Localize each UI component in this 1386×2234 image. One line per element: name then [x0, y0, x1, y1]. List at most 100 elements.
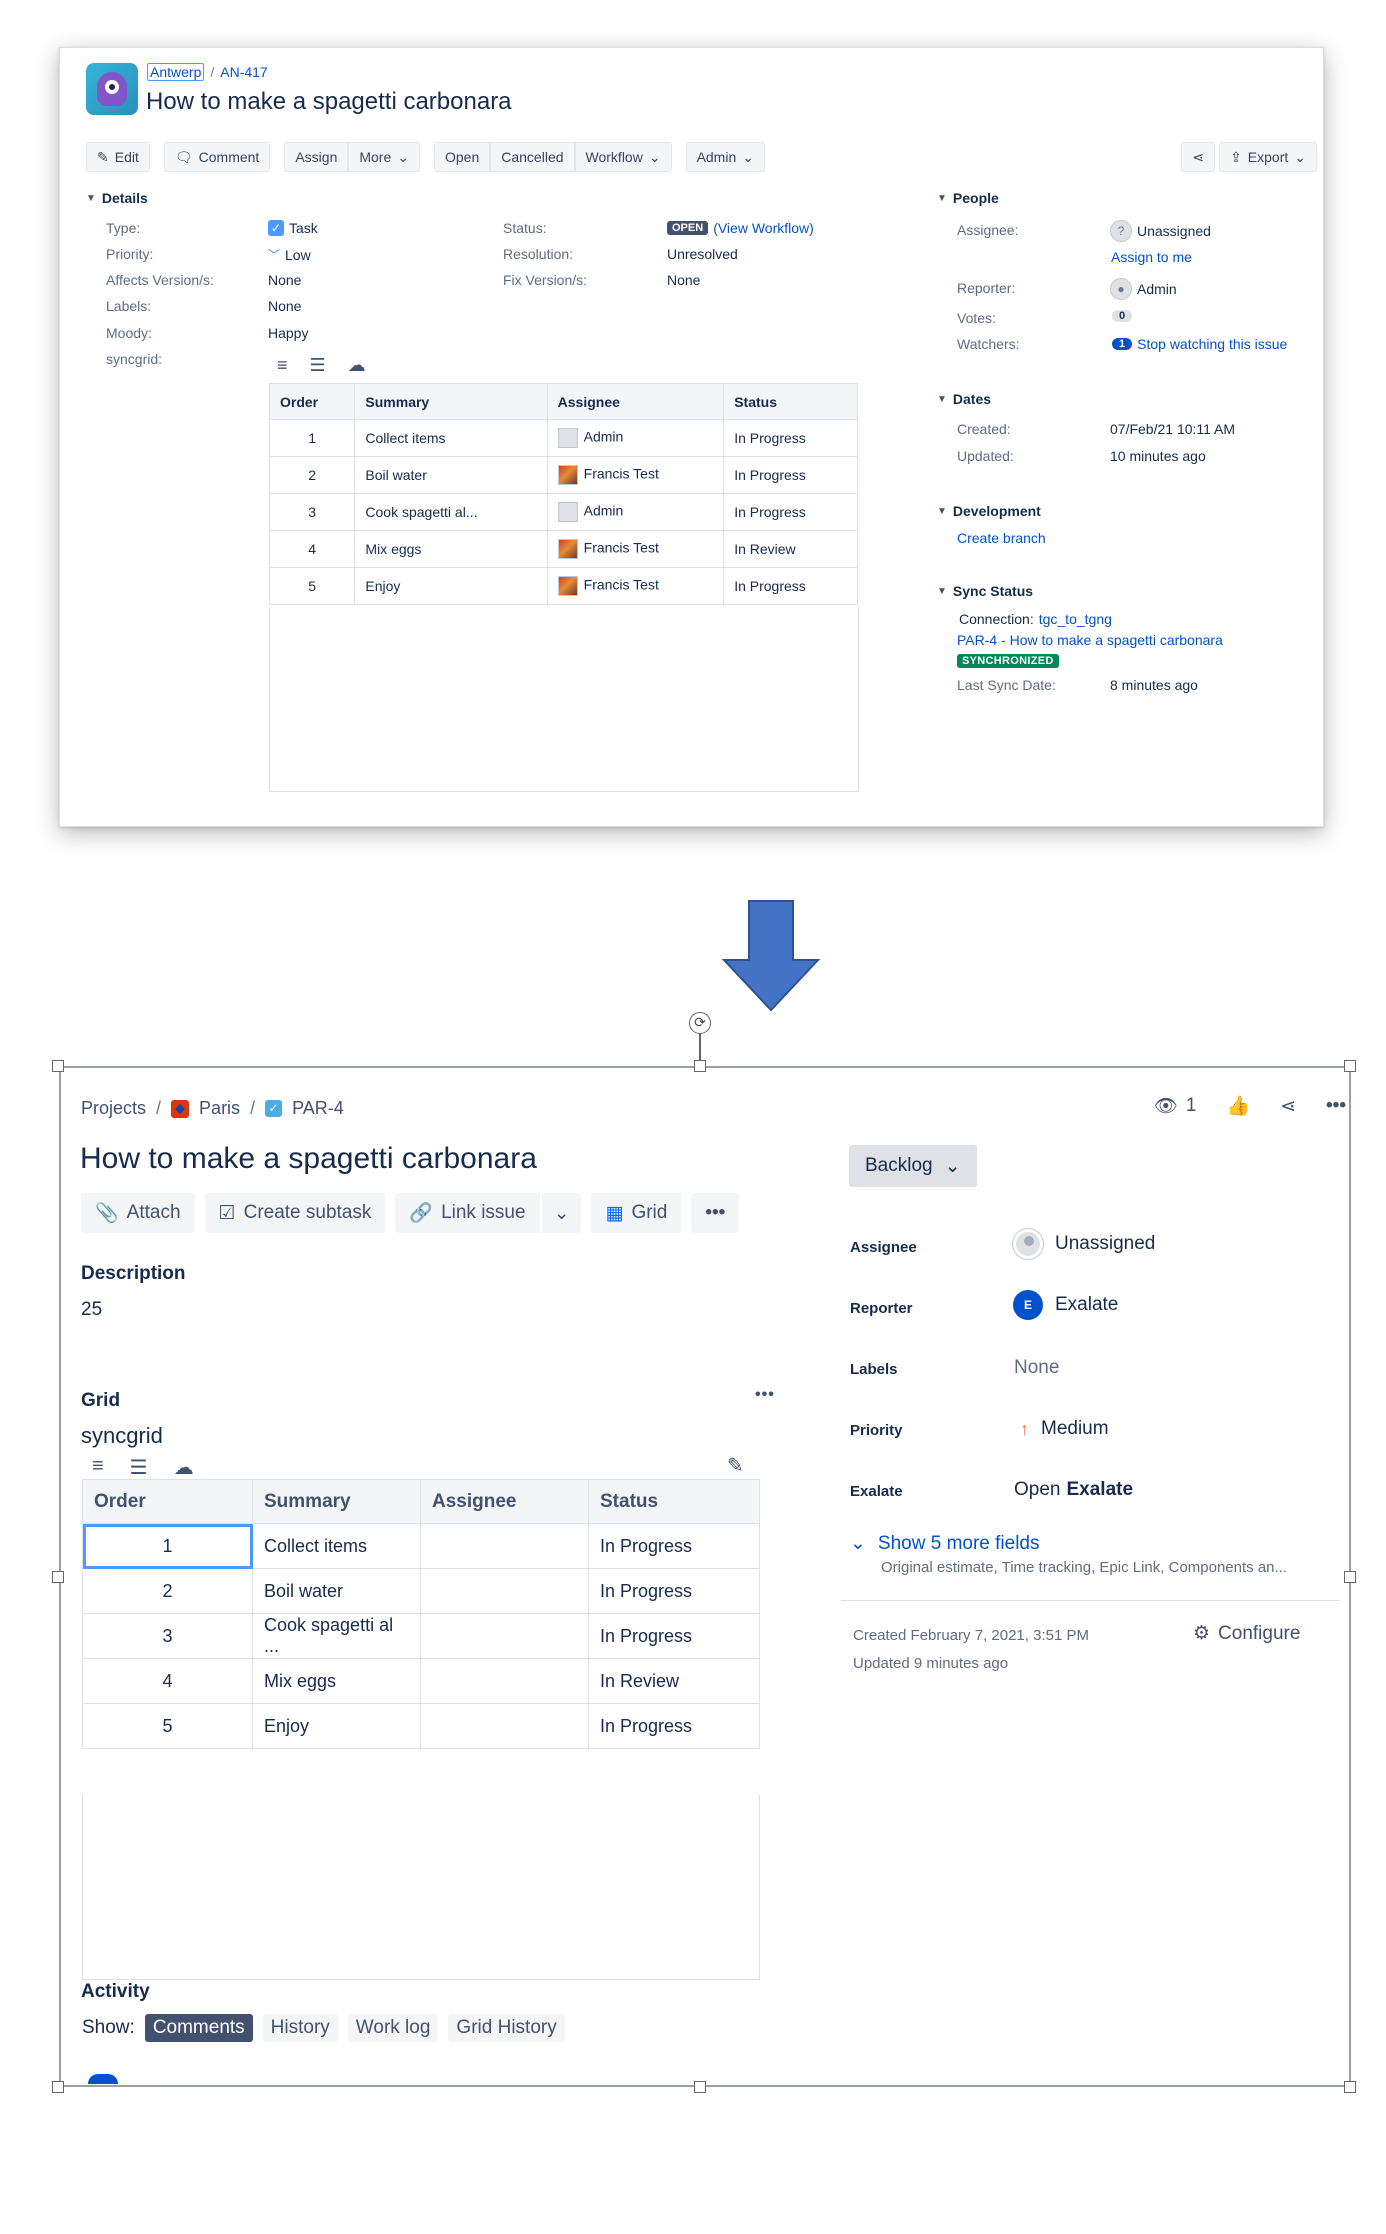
resize-handle[interactable]: [1344, 2081, 1356, 2093]
cloud-upload-icon[interactable]: ☁: [348, 355, 366, 376]
table-row[interactable]: 2 Boil water Francis Test In Progress: [268, 456, 858, 494]
status-cell[interactable]: In Progress: [588, 1613, 760, 1659]
summary-cell[interactable]: Collect items: [252, 1523, 421, 1569]
pencil-icon[interactable]: ✎: [727, 1453, 744, 1478]
order-cell[interactable]: 3: [82, 1613, 253, 1659]
summary-cell[interactable]: Cook spagetti al...: [354, 493, 548, 531]
order-cell[interactable]: 5: [82, 1703, 253, 1749]
create-subtask-button[interactable]: ☑ Create subtask: [204, 1193, 386, 1233]
create-branch-link[interactable]: Create branch: [957, 530, 1046, 546]
table-row[interactable]: 5 Enjoy Francis Test In Progress: [268, 567, 858, 605]
edit-button[interactable]: ✎ Edit: [86, 142, 150, 172]
resize-handle[interactable]: [694, 1060, 706, 1072]
order-cell[interactable]: 2: [268, 456, 356, 494]
table-row[interactable]: 5 Enjoy In Progress: [82, 1703, 760, 1749]
workflow-button[interactable]: Workflow ⌄: [574, 142, 672, 172]
filter-icon[interactable]: ≡: [277, 355, 288, 376]
order-cell[interactable]: 4: [268, 530, 356, 568]
share-button[interactable]: ⋖: [1181, 142, 1216, 172]
summary-cell[interactable]: Boil water: [252, 1568, 421, 1614]
status-cell[interactable]: In Progress: [723, 419, 858, 457]
development-section-toggle[interactable]: ▼ Development: [937, 503, 1041, 519]
cloud-upload-icon[interactable]: ☁: [174, 1455, 194, 1480]
resize-handle[interactable]: [1344, 1060, 1356, 1072]
show-more-fields-button[interactable]: ⌄ Show 5 more fields: [850, 1532, 1040, 1555]
assignee-cell[interactable]: [420, 1613, 589, 1659]
breadcrumb-project-link[interactable]: Paris: [199, 1098, 240, 1119]
votes-value[interactable]: 0: [1112, 310, 1133, 322]
grid-button[interactable]: ▦ Grid: [591, 1193, 682, 1233]
configure-button[interactable]: ⚙ Configure: [1193, 1622, 1300, 1645]
admin-button[interactable]: Admin ⌄: [685, 142, 765, 172]
column-header[interactable]: Status: [588, 1479, 760, 1524]
status-cell[interactable]: In Progress: [588, 1703, 760, 1749]
status-cell[interactable]: In Review: [723, 530, 858, 568]
more-button[interactable]: More ⌄: [348, 142, 420, 172]
summary-cell[interactable]: Boil water: [354, 456, 548, 494]
assignee-cell[interactable]: Francis Test: [546, 530, 725, 568]
order-cell[interactable]: 5: [268, 567, 356, 605]
resize-handle[interactable]: [52, 1571, 64, 1583]
column-header[interactable]: Order: [82, 1479, 253, 1524]
thumbs-up-icon[interactable]: 👍: [1226, 1094, 1250, 1118]
cancelled-transition-button[interactable]: Cancelled: [490, 142, 575, 172]
column-header[interactable]: Assignee: [420, 1479, 589, 1524]
table-row[interactable]: 3 Cook spagetti al ... In Progress: [82, 1613, 760, 1659]
summary-cell[interactable]: Enjoy: [354, 567, 548, 605]
list-icon[interactable]: ☰: [130, 1455, 148, 1480]
people-section-toggle[interactable]: ▼ People: [937, 190, 999, 206]
breadcrumb-issue-key-link[interactable]: AN-417: [220, 64, 267, 80]
column-header[interactable]: Order: [268, 383, 356, 420]
table-row[interactable]: 3 Cook spagetti al... Admin In Progress: [268, 493, 858, 531]
assignee-cell[interactable]: Francis Test: [546, 456, 725, 494]
labels-value[interactable]: None: [1014, 1357, 1059, 1379]
order-cell[interactable]: 2: [82, 1568, 253, 1614]
attach-button[interactable]: 📎 Attach: [81, 1193, 195, 1233]
list-icon[interactable]: ☰: [310, 355, 326, 376]
table-row[interactable]: 4 Mix eggs Francis Test In Review: [268, 530, 858, 568]
column-header[interactable]: Summary: [354, 383, 548, 420]
tab-comments[interactable]: Comments: [144, 2014, 253, 2042]
more-actions-icon[interactable]: •••: [1326, 1095, 1346, 1117]
resize-handle[interactable]: [52, 2081, 64, 2093]
link-issue-button[interactable]: 🔗 Link issue: [395, 1193, 540, 1233]
breadcrumb-issue-key-link[interactable]: PAR-4: [292, 1098, 344, 1119]
status-dropdown[interactable]: Backlog ⌄: [849, 1145, 977, 1187]
assignee-cell[interactable]: Admin: [546, 493, 725, 531]
summary-cell[interactable]: Collect items: [354, 419, 548, 457]
assignee-cell[interactable]: Admin: [546, 419, 725, 457]
breadcrumb-projects-link[interactable]: Projects: [81, 1098, 146, 1119]
export-button[interactable]: ⇪ Export ⌄: [1219, 142, 1317, 172]
resize-handle[interactable]: [52, 1060, 64, 1072]
table-row[interactable]: 1 Collect items Admin In Progress: [268, 419, 858, 457]
assignee-cell[interactable]: [420, 1658, 589, 1704]
breadcrumb-project-link[interactable]: Antwerp: [147, 63, 205, 81]
order-cell[interactable]: 1: [82, 1523, 253, 1569]
view-workflow-link[interactable]: (View Workflow): [713, 220, 814, 236]
share-icon[interactable]: ⋖: [1280, 1095, 1296, 1118]
order-cell[interactable]: 4: [82, 1658, 253, 1704]
more-toolbar-button[interactable]: •••: [691, 1193, 740, 1233]
resize-handle[interactable]: [1344, 1571, 1356, 1583]
priority-value[interactable]: ↑ Medium: [1020, 1418, 1109, 1440]
exalate-open-value[interactable]: Open Exalate: [1014, 1479, 1133, 1501]
assignee-value[interactable]: Unassigned: [1013, 1229, 1155, 1259]
status-cell[interactable]: In Progress: [723, 567, 858, 605]
reporter-value[interactable]: E Exalate: [1013, 1290, 1118, 1320]
order-cell[interactable]: 3: [268, 493, 356, 531]
summary-cell[interactable]: Mix eggs: [354, 530, 548, 568]
tab-grid-history[interactable]: Grid History: [448, 2014, 565, 2042]
assign-button[interactable]: Assign: [284, 142, 349, 172]
comment-button[interactable]: 🗨 Comment: [163, 142, 271, 172]
status-cell[interactable]: In Review: [588, 1658, 760, 1704]
tab-work-log[interactable]: Work log: [347, 2014, 439, 2042]
assignee-cell[interactable]: [420, 1523, 589, 1569]
sync-status-section-toggle[interactable]: ▼ Sync Status: [937, 583, 1033, 599]
dates-section-toggle[interactable]: ▼ Dates: [937, 391, 991, 407]
order-cell[interactable]: 1: [268, 419, 356, 457]
status-cell[interactable]: In Progress: [723, 456, 858, 494]
assignee-cell[interactable]: [420, 1703, 589, 1749]
assignee-cell[interactable]: Francis Test: [546, 567, 725, 605]
open-transition-button[interactable]: Open: [434, 142, 491, 172]
description-value[interactable]: 25: [81, 1299, 102, 1321]
